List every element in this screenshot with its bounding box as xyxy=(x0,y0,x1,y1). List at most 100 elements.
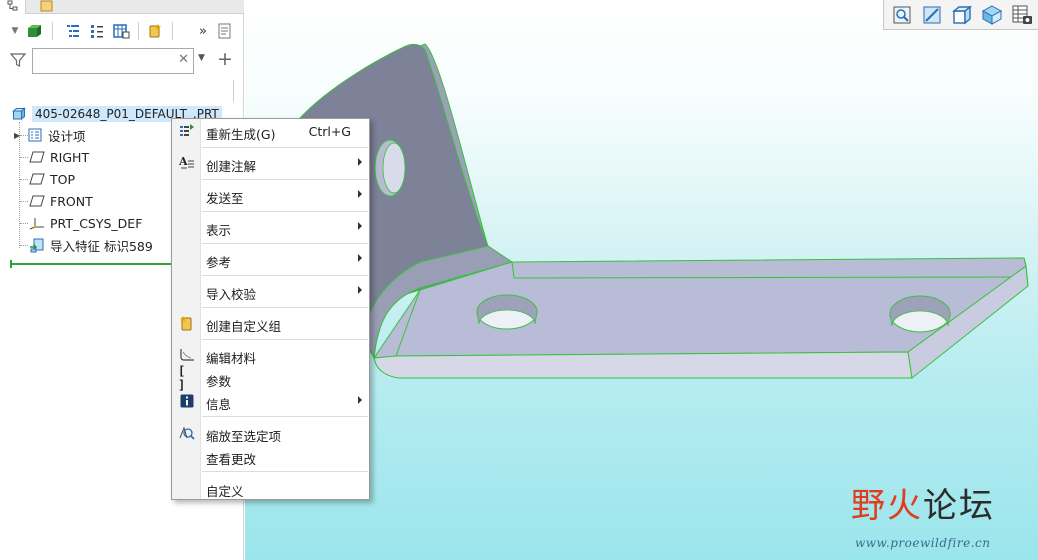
toolbar-separator xyxy=(52,22,53,40)
tree-item-design-items[interactable]: ▶ 设计项 xyxy=(14,124,86,146)
close-icon[interactable]: ✕ xyxy=(178,52,189,67)
menu-separator xyxy=(202,211,368,212)
menu-item-label: 自定义 xyxy=(206,484,244,499)
model-tree-tab[interactable] xyxy=(0,0,26,14)
tree-columns-icon[interactable] xyxy=(62,20,84,42)
menu-separator xyxy=(202,307,368,308)
menu-item-label: 缩放至选定项 xyxy=(206,429,282,444)
menu-item-label: 创建注解 xyxy=(206,159,257,174)
toolbar-separator xyxy=(138,22,139,40)
view-toolbar xyxy=(883,0,1038,30)
submenu-arrow-icon xyxy=(358,158,362,166)
model-tree-toolbar: ▼ » xyxy=(0,16,244,46)
import-feature-icon xyxy=(28,237,46,253)
menu-item-zoom-to-selected[interactable]: 缩放至选定项 xyxy=(172,422,369,444)
tree-guide-line xyxy=(20,201,28,202)
material-icon xyxy=(178,347,195,363)
watermark-url: www.proewildfire.cn xyxy=(855,536,991,550)
menu-item-label: 重新生成(G) xyxy=(206,127,276,142)
zoom-to-selected-icon xyxy=(178,425,195,441)
menu-separator xyxy=(202,416,368,417)
divider xyxy=(233,80,234,102)
search-box[interactable]: ✕ xyxy=(32,48,194,74)
panel-tab-strip xyxy=(0,0,244,14)
menu-item-label: 创建自定义组 xyxy=(206,319,282,334)
tree-filters-icon[interactable] xyxy=(86,20,108,42)
menu-item-send-to[interactable]: 发送至 xyxy=(172,184,369,206)
settings-dropdown-icon[interactable]: ▼ xyxy=(8,20,22,42)
menu-item-import-check[interactable]: 导入校验 xyxy=(172,280,369,302)
submenu-arrow-icon xyxy=(358,396,362,404)
annotation-icon: A xyxy=(178,155,195,171)
datum-plane-icon xyxy=(28,171,46,187)
tree-item-label: RIGHT xyxy=(50,149,90,165)
watermark: 野火论坛 www.proewildfire.cn xyxy=(851,478,1031,554)
menu-item-edit-material[interactable]: 编辑材料 xyxy=(172,344,369,366)
submenu-arrow-icon xyxy=(358,254,362,262)
tree-options-icon[interactable] xyxy=(214,20,236,42)
watermark-logo: 野火论坛 xyxy=(851,478,995,527)
menu-item-customize[interactable]: 自定义 xyxy=(172,477,369,499)
menu-item-label: 编辑材料 xyxy=(206,351,257,366)
part-icon xyxy=(10,106,28,122)
tree-item-label: 导入特征 标识589 xyxy=(50,238,153,254)
tree-item-front[interactable]: FRONT xyxy=(28,190,93,212)
coordinate-system-icon xyxy=(28,215,46,231)
refit-icon[interactable] xyxy=(890,3,914,27)
display-style-icon[interactable] xyxy=(980,3,1004,27)
submenu-arrow-icon xyxy=(358,190,362,198)
layer-tree-icon[interactable] xyxy=(110,20,132,42)
toolbar-separator xyxy=(172,22,173,40)
tree-search-row: ✕ ▼ + xyxy=(0,46,244,76)
tree-item-top[interactable]: TOP xyxy=(28,168,75,190)
menu-item-info[interactable]: 信息 xyxy=(172,390,369,412)
menu-item-view-changes[interactable]: 查看更改 xyxy=(172,445,369,467)
tree-guide-line xyxy=(20,223,28,224)
group-icon xyxy=(178,315,195,331)
tree-item-right[interactable]: RIGHT xyxy=(28,146,89,168)
add-icon[interactable]: + xyxy=(217,48,233,70)
regenerate-icon xyxy=(178,123,195,139)
menu-item-create-custom-group[interactable]: 创建自定义组 xyxy=(172,312,369,334)
more-tools-icon[interactable]: » xyxy=(192,20,214,42)
watermark-brand-dark: 论坛 xyxy=(923,486,995,526)
menu-item-representation[interactable]: 表示 xyxy=(172,216,369,238)
context-menu: 重新生成(G) Ctrl+G A 创建注解 发送至 表示 参考 导入校验 创建自… xyxy=(171,118,370,500)
tree-item-label: PRT_CSYS_DEF xyxy=(50,215,143,231)
menu-separator xyxy=(202,471,368,472)
chevron-down-icon[interactable]: ▼ xyxy=(198,53,205,63)
folder-browser-tab[interactable] xyxy=(34,0,60,14)
saved-orientations-icon[interactable] xyxy=(950,3,974,27)
menu-item-create-annotation[interactable]: A 创建注解 xyxy=(172,152,369,174)
zoom-in-icon[interactable] xyxy=(920,3,944,27)
menu-item-label: 参数 xyxy=(206,374,232,389)
menu-item-label: 表示 xyxy=(206,223,232,238)
menu-item-shortcut: Ctrl+G xyxy=(308,124,351,139)
menu-item-regenerate[interactable]: 重新生成(G) Ctrl+G xyxy=(172,120,369,142)
search-input[interactable] xyxy=(37,50,177,72)
tree-item-label: FRONT xyxy=(50,193,93,209)
tree-item-csys[interactable]: PRT_CSYS_DEF xyxy=(28,212,142,234)
expand-arrow-icon[interactable]: ▶ xyxy=(14,131,24,140)
menu-separator xyxy=(202,243,368,244)
tree-item-label: 设计项 xyxy=(48,128,86,144)
view-manager-icon[interactable] xyxy=(1010,3,1034,27)
design-items-icon xyxy=(26,127,44,143)
submenu-arrow-icon xyxy=(358,286,362,294)
menu-item-parameters[interactable]: [ ] 参数 xyxy=(172,364,369,392)
menu-item-label: 信息 xyxy=(206,397,232,412)
create-group-toolbar-icon[interactable] xyxy=(144,20,166,42)
menu-item-references[interactable]: 参考 xyxy=(172,248,369,270)
menu-separator xyxy=(202,147,368,148)
filter-icon[interactable] xyxy=(9,52,27,72)
svg-text:A: A xyxy=(179,155,188,168)
menu-separator xyxy=(202,339,368,340)
tree-item-import-feature[interactable]: 导入特征 标识589 xyxy=(28,234,153,256)
tree-item-label: TOP xyxy=(50,171,76,187)
show-settings-icon[interactable] xyxy=(24,20,46,42)
datum-plane-icon xyxy=(28,193,46,209)
menu-separator xyxy=(202,179,368,180)
datum-plane-icon xyxy=(28,149,46,165)
menu-item-label: 导入校验 xyxy=(206,287,257,302)
parameters-icon: [ ] xyxy=(178,364,186,392)
